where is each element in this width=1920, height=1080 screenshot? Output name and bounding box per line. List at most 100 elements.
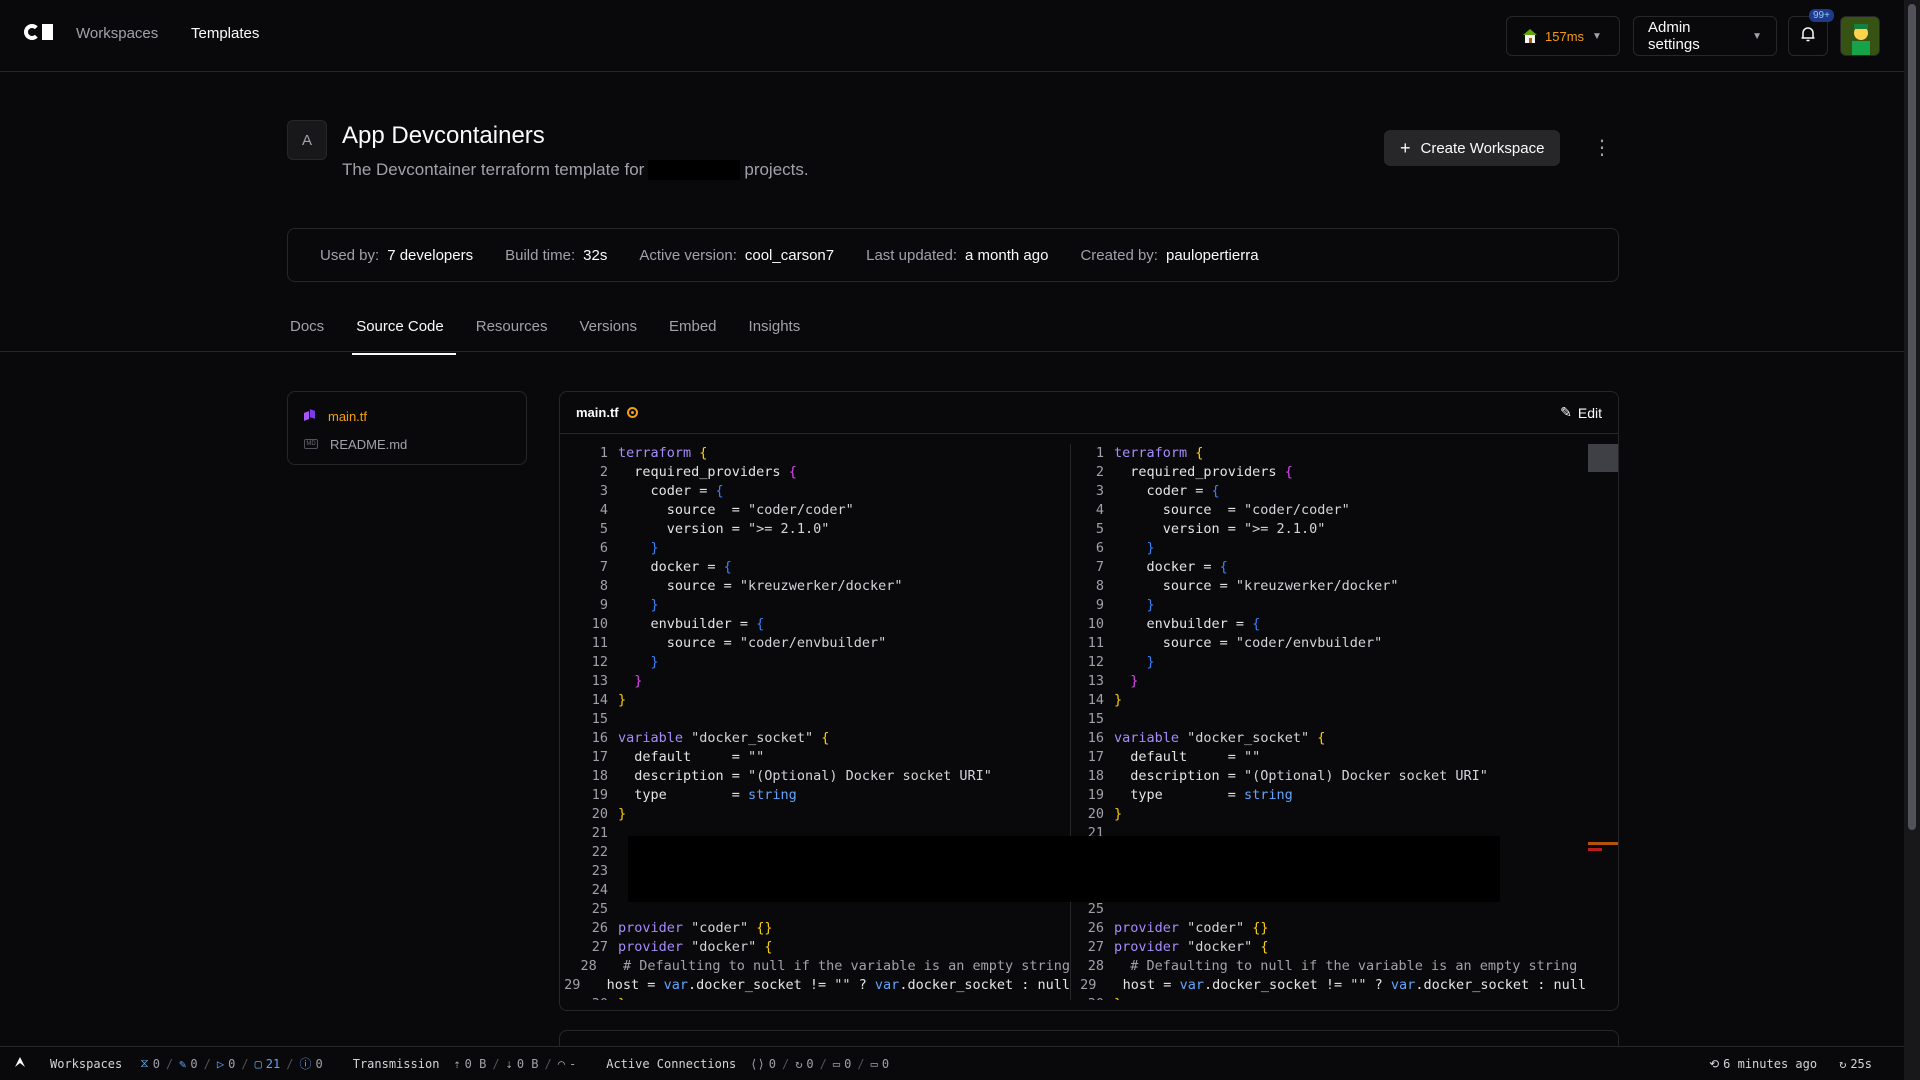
template-description-suffix: projects.	[744, 160, 809, 179]
code-text: default = ""	[618, 749, 765, 765]
code-line: 1 terraform {	[560, 444, 1070, 463]
code-text: version = ">= 2.1.0"	[618, 521, 830, 537]
notifications-button[interactable]	[1788, 16, 1828, 56]
conn-ssh[interactable]: ▭ 0	[871, 1057, 889, 1071]
tx-latency[interactable]: ◠ -	[558, 1057, 576, 1071]
line-number: 26	[1087, 920, 1104, 936]
code-line: 29 host = var.docker_socket != "" ? var.…	[1056, 976, 1586, 995]
line-number: 28	[1087, 958, 1104, 974]
file-name: main.tf	[328, 408, 368, 424]
line-number: 23	[591, 863, 608, 879]
nav-workspaces[interactable]: Workspaces	[76, 25, 158, 42]
line-number: 5	[599, 521, 608, 537]
coder-logo[interactable]	[24, 24, 53, 40]
create-workspace-label: Create Workspace	[1420, 139, 1545, 157]
ws-failed[interactable]: ⓘ 0	[299, 1055, 322, 1072]
code-text: }	[618, 692, 627, 708]
code-line: 13 }	[1056, 672, 1586, 691]
line-number: 25	[1087, 901, 1104, 917]
ws-running[interactable]: ▷ 0	[217, 1057, 235, 1071]
line-number: 10	[1087, 616, 1104, 632]
tx-download[interactable]: ⇣ 0 B	[506, 1057, 539, 1071]
wrench-icon: ✎	[179, 1056, 187, 1071]
code-line: 2 required_providers {	[1056, 463, 1586, 482]
alert-circle-icon: ⓘ	[299, 1057, 312, 1071]
last-update[interactable]: ⟲ 6 minutes ago	[1709, 1057, 1817, 1071]
file-item-readme[interactable]: MD README.md	[304, 430, 510, 458]
ws-pending[interactable]: ⧖ 0	[140, 1056, 160, 1071]
ws-starting[interactable]: ✎ 0	[179, 1057, 197, 1071]
page-scrollbar-thumb[interactable]	[1908, 4, 1916, 830]
editor-filename: main.tf	[576, 405, 619, 420]
code-text: description = "(Optional) Docker socket …	[1114, 768, 1488, 784]
stat-label: Last updated:	[866, 246, 958, 264]
code-text: type = string	[618, 787, 797, 803]
tx-upload[interactable]: ⇡ 0 B	[453, 1057, 486, 1071]
admin-settings-button[interactable]: Admin settings ▼	[1633, 16, 1777, 56]
vscode-icon: ⟨⟩	[750, 1056, 765, 1071]
tab-embed[interactable]: Embed	[669, 318, 733, 355]
separator: /	[781, 1056, 790, 1071]
value: -	[568, 1056, 577, 1071]
code-text: # Defaulting to null if the variable is …	[606, 958, 1070, 974]
code-text: terraform {	[618, 445, 708, 461]
stat-created-by: Created by: paulopertierra	[1080, 247, 1258, 264]
stat-label: Build time:	[505, 246, 576, 264]
stat-active-version: Active version: cool_carson7	[639, 247, 834, 264]
tab-insights[interactable]: Insights	[749, 318, 817, 355]
refresh-interval[interactable]: ↻ 25s	[1839, 1057, 1872, 1071]
code-line: 19 type = string	[1056, 786, 1586, 805]
create-workspace-button[interactable]: + Create Workspace	[1384, 130, 1561, 166]
tab-docs[interactable]: Docs	[290, 318, 340, 355]
line-number: 11	[1087, 635, 1104, 651]
count: 0	[844, 1056, 852, 1071]
line-number: 8	[599, 578, 608, 594]
top-navbar: Workspaces Templates 157ms ▼ Admin setti…	[0, 0, 1904, 72]
conn-vscode[interactable]: ⟨⟩ 0	[750, 1057, 776, 1071]
diff-pane-modified[interactable]: 1 terraform {2 required_providers {3 code…	[1056, 444, 1586, 1000]
diff-pane-original[interactable]: 1 terraform {2 required_providers {3 code…	[560, 444, 1070, 1000]
file-item-main-tf[interactable]: main.tf	[304, 402, 510, 430]
tab-source-code[interactable]: Source Code	[352, 318, 460, 355]
play-icon: ▷	[216, 1056, 225, 1071]
separator: /	[203, 1056, 211, 1071]
code-line: 28 # Defaulting to null if the variable …	[560, 957, 1070, 976]
count: 0	[806, 1056, 814, 1071]
code-text: # Defaulting to null if the variable is …	[1114, 958, 1578, 974]
tab-versions[interactable]: Versions	[579, 318, 653, 355]
code-editor: main.tf ✎ Edit 1 terraform {2 required_pr…	[559, 391, 1619, 1011]
refresh-icon: ↻	[795, 1056, 803, 1071]
code-line: 5 version = ">= 2.1.0"	[1056, 520, 1586, 539]
conn-terminal[interactable]: ▭ 0	[833, 1057, 851, 1071]
code-text: }	[618, 995, 626, 1000]
line-number: 7	[599, 559, 608, 575]
code-line: 25	[560, 900, 1070, 919]
separator: /	[544, 1056, 552, 1071]
user-avatar[interactable]	[1840, 16, 1880, 56]
line-number: 17	[591, 749, 608, 765]
line-number: 2	[1095, 464, 1104, 480]
line-number: 3	[599, 483, 608, 499]
tab-resources[interactable]: Resources	[476, 318, 564, 355]
minimap-change-marker	[1588, 848, 1602, 851]
stat-value[interactable]: cool_carson7	[745, 247, 834, 264]
code-text: }	[1114, 692, 1123, 708]
line-number: 3	[1095, 483, 1104, 499]
nav-templates[interactable]: Templates	[191, 25, 259, 42]
code-text: version = ">= 2.1.0"	[1114, 521, 1326, 537]
line-number: 6	[599, 540, 608, 556]
conn-jetbrains[interactable]: ↻ 0	[795, 1057, 813, 1071]
separator: /	[819, 1056, 827, 1071]
line-number: 7	[1095, 559, 1104, 575]
line-number: 4	[1095, 502, 1104, 518]
ws-stopped[interactable]: ▢ 21	[255, 1057, 281, 1071]
minimap-thumb[interactable]	[1588, 444, 1618, 472]
square-icon: ▢	[254, 1056, 262, 1071]
more-options-icon[interactable]: ⋮	[1592, 138, 1612, 158]
latency-button[interactable]: 157ms ▼	[1506, 16, 1620, 56]
line-number: 12	[591, 654, 608, 670]
line-number: 8	[1095, 578, 1104, 594]
minimap-change-marker	[1588, 842, 1618, 845]
edit-button[interactable]: ✎ Edit	[1560, 404, 1602, 421]
code-text: }	[650, 654, 659, 670]
